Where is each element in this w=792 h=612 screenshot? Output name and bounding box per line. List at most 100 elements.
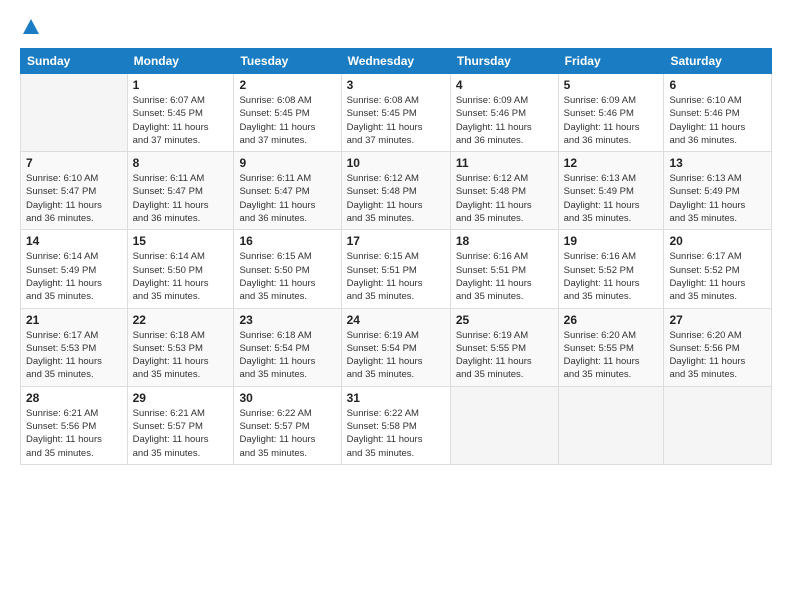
- calendar-cell: 4 Sunrise: 6:09 AM Sunset: 5:46 PM Daylig…: [450, 74, 558, 152]
- calendar-cell: 7 Sunrise: 6:10 AM Sunset: 5:47 PM Daylig…: [21, 152, 128, 230]
- calendar-cell: 6 Sunrise: 6:10 AM Sunset: 5:46 PM Daylig…: [664, 74, 772, 152]
- calendar-cell: 1 Sunrise: 6:07 AM Sunset: 5:45 PM Daylig…: [127, 74, 234, 152]
- weekday-header-thursday: Thursday: [450, 49, 558, 74]
- day-info: Sunrise: 6:20 AM Sunset: 5:55 PM Dayligh…: [564, 329, 659, 382]
- calendar-table: SundayMondayTuesdayWednesdayThursdayFrid…: [20, 48, 772, 465]
- day-number: 31: [347, 391, 445, 405]
- calendar-cell: 16Sunrise: 6:15 AM Sunset: 5:50 PM Dayli…: [234, 230, 341, 308]
- day-number: 25: [456, 313, 553, 327]
- calendar-week-row: 28 Sunrise: 6:21 AM Sunset: 5:56 PM Dayli…: [21, 386, 772, 464]
- day-info: Sunrise: 6:18 AM Sunset: 5:54 PM Dayligh…: [239, 329, 335, 382]
- day-info: Sunrise: 6:13 AM Sunset: 5:49 PM Dayligh…: [669, 172, 766, 225]
- day-number: 20: [669, 234, 766, 248]
- day-info: Sunrise: 6:15 AM Sunset: 5:51 PM Dayligh…: [347, 250, 445, 303]
- day-info: Sunrise: 6:16 AM Sunset: 5:51 PM Dayligh…: [456, 250, 553, 303]
- calendar-cell: 21 Sunrise: 6:17 AM Sunset: 5:53 PM Dayli…: [21, 308, 128, 386]
- logo-icon: [20, 16, 42, 38]
- calendar-cell: 13 Sunrise: 6:13 AM Sunset: 5:49 PM Dayli…: [664, 152, 772, 230]
- day-info: Sunrise: 6:13 AM Sunset: 5:49 PM Dayligh…: [564, 172, 659, 225]
- weekday-header-friday: Friday: [558, 49, 664, 74]
- day-info: Sunrise: 6:14 AM Sunset: 5:50 PM Dayligh…: [133, 250, 229, 303]
- day-info: Sunrise: 6:09 AM Sunset: 5:46 PM Dayligh…: [564, 94, 659, 147]
- calendar-cell: [558, 386, 664, 464]
- day-number: 14: [26, 234, 122, 248]
- calendar-cell: 8 Sunrise: 6:11 AM Sunset: 5:47 PM Daylig…: [127, 152, 234, 230]
- calendar-cell: 27Sunrise: 6:20 AM Sunset: 5:56 PM Dayli…: [664, 308, 772, 386]
- weekday-header-monday: Monday: [127, 49, 234, 74]
- day-info: Sunrise: 6:10 AM Sunset: 5:47 PM Dayligh…: [26, 172, 122, 225]
- day-number: 28: [26, 391, 122, 405]
- calendar-week-row: 7 Sunrise: 6:10 AM Sunset: 5:47 PM Daylig…: [21, 152, 772, 230]
- calendar-header-row: SundayMondayTuesdayWednesdayThursdayFrid…: [21, 49, 772, 74]
- calendar-cell: 9Sunrise: 6:11 AM Sunset: 5:47 PM Daylig…: [234, 152, 341, 230]
- day-info: Sunrise: 6:16 AM Sunset: 5:52 PM Dayligh…: [564, 250, 659, 303]
- weekday-header-saturday: Saturday: [664, 49, 772, 74]
- day-info: Sunrise: 6:17 AM Sunset: 5:53 PM Dayligh…: [26, 329, 122, 382]
- day-number: 4: [456, 78, 553, 92]
- calendar-cell: 5 Sunrise: 6:09 AM Sunset: 5:46 PM Daylig…: [558, 74, 664, 152]
- day-info: Sunrise: 6:07 AM Sunset: 5:45 PM Dayligh…: [133, 94, 229, 147]
- calendar-cell: [664, 386, 772, 464]
- calendar-cell: 29 Sunrise: 6:21 AM Sunset: 5:57 PM Dayli…: [127, 386, 234, 464]
- calendar-cell: 26 Sunrise: 6:20 AM Sunset: 5:55 PM Dayli…: [558, 308, 664, 386]
- day-info: Sunrise: 6:19 AM Sunset: 5:54 PM Dayligh…: [347, 329, 445, 382]
- day-number: 19: [564, 234, 659, 248]
- day-number: 1: [133, 78, 229, 92]
- calendar-cell: 31 Sunrise: 6:22 AM Sunset: 5:58 PM Dayli…: [341, 386, 450, 464]
- calendar-cell: 12 Sunrise: 6:13 AM Sunset: 5:49 PM Dayli…: [558, 152, 664, 230]
- day-info: Sunrise: 6:08 AM Sunset: 5:45 PM Dayligh…: [239, 94, 335, 147]
- day-number: 9: [239, 156, 335, 170]
- day-info: Sunrise: 6:18 AM Sunset: 5:53 PM Dayligh…: [133, 329, 229, 382]
- day-number: 6: [669, 78, 766, 92]
- calendar-cell: 18Sunrise: 6:16 AM Sunset: 5:51 PM Dayli…: [450, 230, 558, 308]
- day-number: 16: [239, 234, 335, 248]
- calendar-cell: 22Sunrise: 6:18 AM Sunset: 5:53 PM Dayli…: [127, 308, 234, 386]
- calendar-week-row: 14Sunrise: 6:14 AM Sunset: 5:49 PM Dayli…: [21, 230, 772, 308]
- calendar-cell: 2 Sunrise: 6:08 AM Sunset: 5:45 PM Daylig…: [234, 74, 341, 152]
- day-info: Sunrise: 6:21 AM Sunset: 5:57 PM Dayligh…: [133, 407, 229, 460]
- day-number: 7: [26, 156, 122, 170]
- calendar-cell: [21, 74, 128, 152]
- day-number: 13: [669, 156, 766, 170]
- day-info: Sunrise: 6:10 AM Sunset: 5:46 PM Dayligh…: [669, 94, 766, 147]
- calendar-page: SundayMondayTuesdayWednesdayThursdayFrid…: [0, 0, 792, 612]
- day-number: 26: [564, 313, 659, 327]
- day-info: Sunrise: 6:09 AM Sunset: 5:46 PM Dayligh…: [456, 94, 553, 147]
- day-info: Sunrise: 6:12 AM Sunset: 5:48 PM Dayligh…: [347, 172, 445, 225]
- day-info: Sunrise: 6:21 AM Sunset: 5:56 PM Dayligh…: [26, 407, 122, 460]
- day-info: Sunrise: 6:22 AM Sunset: 5:57 PM Dayligh…: [239, 407, 335, 460]
- page-header: [20, 16, 772, 38]
- day-number: 27: [669, 313, 766, 327]
- calendar-cell: 10 Sunrise: 6:12 AM Sunset: 5:48 PM Dayli…: [341, 152, 450, 230]
- day-number: 23: [239, 313, 335, 327]
- day-number: 21: [26, 313, 122, 327]
- weekday-header-tuesday: Tuesday: [234, 49, 341, 74]
- day-info: Sunrise: 6:08 AM Sunset: 5:45 PM Dayligh…: [347, 94, 445, 147]
- day-info: Sunrise: 6:22 AM Sunset: 5:58 PM Dayligh…: [347, 407, 445, 460]
- calendar-cell: 24 Sunrise: 6:19 AM Sunset: 5:54 PM Dayli…: [341, 308, 450, 386]
- calendar-cell: 3 Sunrise: 6:08 AM Sunset: 5:45 PM Daylig…: [341, 74, 450, 152]
- day-number: 17: [347, 234, 445, 248]
- calendar-cell: 25 Sunrise: 6:19 AM Sunset: 5:55 PM Dayli…: [450, 308, 558, 386]
- day-number: 10: [347, 156, 445, 170]
- day-info: Sunrise: 6:17 AM Sunset: 5:52 PM Dayligh…: [669, 250, 766, 303]
- day-info: Sunrise: 6:19 AM Sunset: 5:55 PM Dayligh…: [456, 329, 553, 382]
- calendar-cell: 17 Sunrise: 6:15 AM Sunset: 5:51 PM Dayli…: [341, 230, 450, 308]
- day-info: Sunrise: 6:11 AM Sunset: 5:47 PM Dayligh…: [133, 172, 229, 225]
- calendar-cell: 19 Sunrise: 6:16 AM Sunset: 5:52 PM Dayli…: [558, 230, 664, 308]
- calendar-cell: 15Sunrise: 6:14 AM Sunset: 5:50 PM Dayli…: [127, 230, 234, 308]
- day-info: Sunrise: 6:12 AM Sunset: 5:48 PM Dayligh…: [456, 172, 553, 225]
- calendar-cell: 28 Sunrise: 6:21 AM Sunset: 5:56 PM Dayli…: [21, 386, 128, 464]
- day-number: 5: [564, 78, 659, 92]
- day-number: 24: [347, 313, 445, 327]
- day-number: 3: [347, 78, 445, 92]
- day-number: 2: [239, 78, 335, 92]
- day-number: 12: [564, 156, 659, 170]
- day-number: 8: [133, 156, 229, 170]
- calendar-cell: 23 Sunrise: 6:18 AM Sunset: 5:54 PM Dayli…: [234, 308, 341, 386]
- day-number: 29: [133, 391, 229, 405]
- calendar-cell: 20 Sunrise: 6:17 AM Sunset: 5:52 PM Dayli…: [664, 230, 772, 308]
- weekday-header-sunday: Sunday: [21, 49, 128, 74]
- calendar-week-row: 21 Sunrise: 6:17 AM Sunset: 5:53 PM Dayli…: [21, 308, 772, 386]
- calendar-week-row: 1 Sunrise: 6:07 AM Sunset: 5:45 PM Daylig…: [21, 74, 772, 152]
